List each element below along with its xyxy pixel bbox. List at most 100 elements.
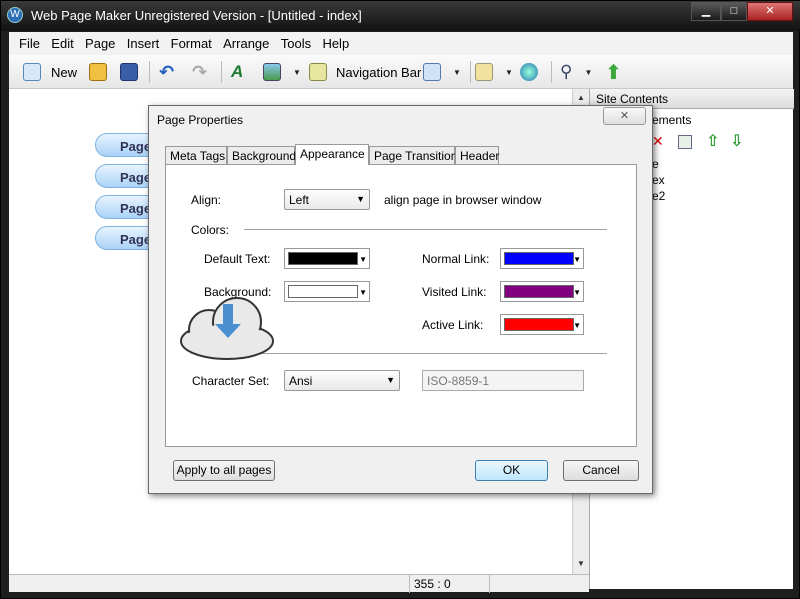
cancel-button[interactable]: Cancel <box>563 460 639 481</box>
align-value: Left <box>289 193 310 207</box>
default-text-color-swatch <box>288 252 358 265</box>
tree-item[interactable]: ements <box>652 113 691 127</box>
close-icon: ✕ <box>765 5 775 17</box>
page-settings-icon[interactable] <box>678 135 692 149</box>
visited-link-label: Visited Link: <box>422 285 487 299</box>
menu-page[interactable]: Page <box>81 32 119 51</box>
charset-select[interactable]: Ansi ▼ <box>284 370 400 391</box>
edit-icon <box>475 63 493 81</box>
tab-header[interactable]: Header <box>455 146 499 164</box>
menu-bar: File Edit Page Insert Format Arrange Too… <box>9 32 793 55</box>
publish-icon: ⬆ <box>605 61 622 84</box>
tab-appearance[interactable]: Appearance <box>295 144 369 165</box>
menu-format[interactable]: Format <box>167 32 216 51</box>
publish-button[interactable]: ⬆ <box>605 61 622 84</box>
charset-code-field[interactable]: ISO-8859-1 <box>422 370 584 391</box>
menu-edit[interactable]: Edit <box>47 32 77 51</box>
visited-link-color-picker[interactable]: ▼ <box>500 281 584 302</box>
chevron-down-icon[interactable]: ▼ <box>293 68 301 77</box>
new-button[interactable]: New <box>23 61 77 83</box>
ok-button[interactable]: OK <box>475 460 548 481</box>
status-cell <box>489 575 589 593</box>
edit-button[interactable]: ▼ <box>475 61 513 83</box>
open-button[interactable] <box>89 61 107 83</box>
charset-label: Character Set: <box>192 374 270 388</box>
chevron-down-icon: ▼ <box>359 288 367 297</box>
status-bar: 355 : 0 <box>9 574 589 593</box>
maximize-icon: □ <box>730 5 738 17</box>
menu-tools[interactable]: Tools <box>277 32 315 51</box>
toolbar-separator <box>149 61 150 83</box>
preview-button[interactable] <box>520 61 538 83</box>
background-color-swatch <box>288 285 358 298</box>
redo-icon: ↷ <box>192 61 208 82</box>
align-hint: align page in browser window <box>384 193 542 207</box>
section-divider <box>244 229 607 230</box>
save-icon <box>120 63 138 81</box>
insert-image-button[interactable]: ▼ <box>263 61 301 83</box>
tab-meta-tags[interactable]: Meta Tags <box>165 146 227 164</box>
active-link-color-picker[interactable]: ▼ <box>500 314 584 335</box>
menu-help[interactable]: Help <box>318 32 353 51</box>
background-color-picker[interactable]: ▼ <box>284 281 370 302</box>
cursor-coordinates: 355 : 0 <box>409 575 489 593</box>
open-folder-icon <box>89 63 107 81</box>
chevron-down-icon[interactable]: ▼ <box>584 68 592 77</box>
navigation-bar-icon <box>309 63 327 81</box>
save-button[interactable] <box>120 61 138 83</box>
chevron-down-icon[interactable]: ▼ <box>505 68 513 77</box>
tab-background[interactable]: Background <box>227 146 296 164</box>
navigation-bar-label: Navigation Bar <box>336 64 422 80</box>
chevron-down-icon[interactable]: ▼ <box>453 68 461 77</box>
redo-button[interactable]: ↷ <box>192 61 207 83</box>
insert-shape-button[interactable]: ▼ <box>423 61 461 83</box>
tree-item[interactable]: ex <box>652 173 665 187</box>
normal-link-color-picker[interactable]: ▼ <box>500 248 584 269</box>
minimize-icon: ▁ <box>701 5 711 17</box>
chevron-down-icon: ▼ <box>573 288 581 297</box>
scroll-up-icon[interactable]: ▲ <box>577 93 585 102</box>
tree-item[interactable]: e <box>652 157 659 171</box>
new-page-icon <box>23 63 41 81</box>
menu-arrange[interactable]: Arrange <box>219 32 273 51</box>
dialog-close-button[interactable]: ✕ <box>603 107 646 125</box>
zoom-icon: ⚲ <box>560 62 573 81</box>
tree-item[interactable]: e2 <box>652 189 665 203</box>
shape-icon <box>423 63 441 81</box>
dialog-title: Page Properties <box>157 113 244 127</box>
text-icon: A <box>231 62 244 81</box>
move-up-icon[interactable]: ⇧ <box>706 131 719 151</box>
delete-icon[interactable]: ✕ <box>652 133 664 150</box>
active-link-label: Active Link: <box>422 318 484 332</box>
zoom-button[interactable]: ⚲ ▼ <box>560 61 592 83</box>
chevron-down-icon: ▼ <box>386 375 395 385</box>
new-label: New <box>51 64 78 80</box>
chevron-down-icon: ▼ <box>356 194 365 204</box>
scroll-down-icon[interactable]: ▼ <box>577 559 585 568</box>
app-logo-icon[interactable]: W <box>7 7 23 23</box>
menu-insert[interactable]: Insert <box>123 32 164 51</box>
toolbar-separator <box>470 61 471 83</box>
insert-text-button[interactable]: A <box>231 61 243 83</box>
default-text-label: Default Text: <box>204 252 271 266</box>
cloud-download-icon <box>180 297 274 360</box>
active-link-color-swatch <box>504 318 574 331</box>
move-down-icon[interactable]: ⇩ <box>730 131 743 151</box>
apply-to-all-pages-button[interactable]: Apply to all pages <box>173 460 275 481</box>
default-text-color-picker[interactable]: ▼ <box>284 248 370 269</box>
navigation-bar-button[interactable]: Navigation Bar <box>309 61 421 83</box>
menu-file[interactable]: File <box>15 32 44 51</box>
visited-link-color-swatch <box>504 285 574 298</box>
image-icon <box>263 63 281 81</box>
minimize-button[interactable]: ▁ <box>691 2 721 21</box>
colors-label: Colors: <box>191 223 230 237</box>
charset-value: Ansi <box>289 374 313 388</box>
align-select[interactable]: Left ▼ <box>284 189 370 210</box>
window-title: Web Page Maker Unregistered Version - [U… <box>31 8 362 23</box>
align-label: Align: <box>191 193 222 207</box>
close-icon: ✕ <box>619 110 630 122</box>
tab-page-transition[interactable]: Page Transition <box>369 146 457 164</box>
close-button[interactable]: ✕ <box>747 2 793 21</box>
undo-button[interactable]: ↶ <box>159 61 174 83</box>
maximize-button[interactable]: □ <box>721 2 747 21</box>
